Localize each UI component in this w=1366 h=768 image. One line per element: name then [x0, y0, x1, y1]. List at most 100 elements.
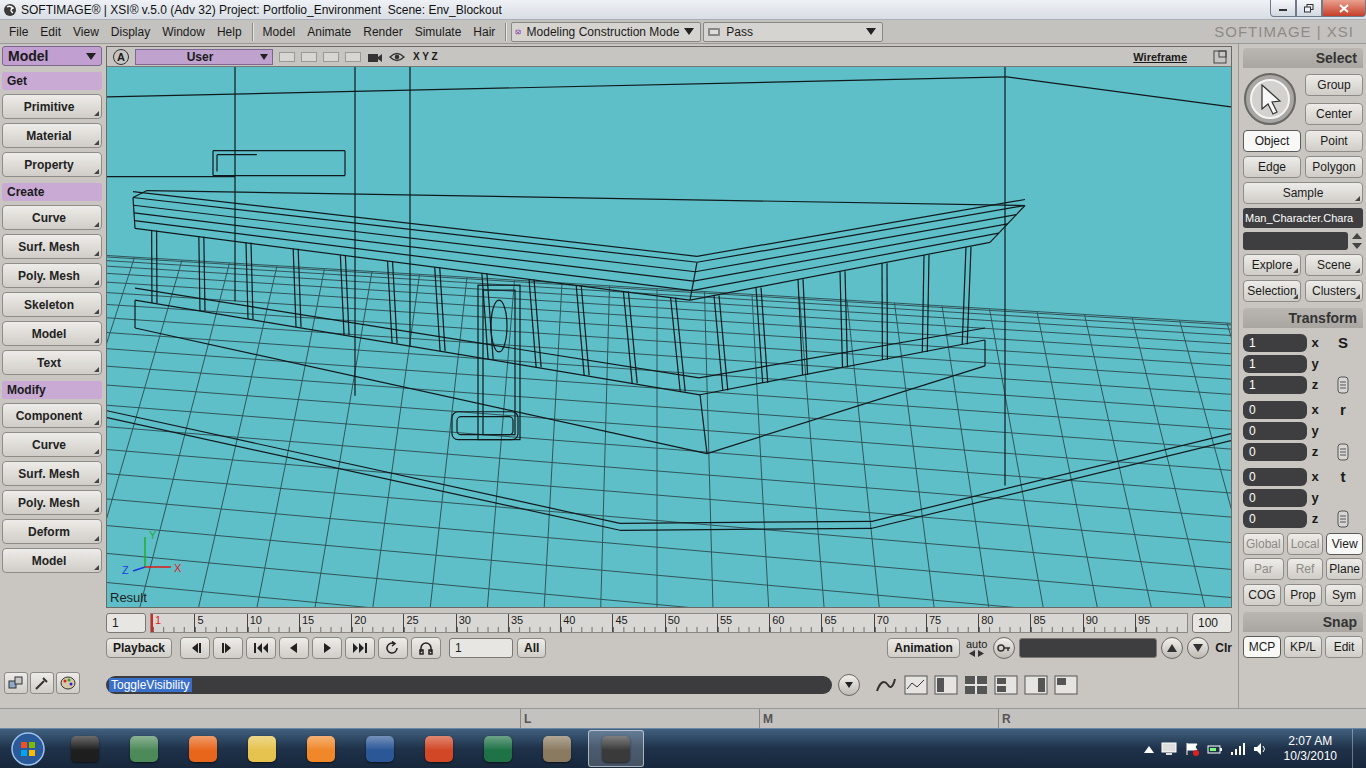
close-button[interactable]: [1322, 0, 1366, 17]
select-filter-button[interactable]: Edge: [1243, 156, 1301, 178]
nav-button[interactable]: Selection: [1243, 280, 1301, 302]
network-icon[interactable]: [1230, 742, 1246, 756]
start-button[interactable]: [2, 729, 54, 768]
module-menu-item[interactable]: Hair: [468, 23, 500, 41]
range-button[interactable]: All: [517, 638, 546, 658]
tool-button[interactable]: Surf. Mesh: [2, 234, 102, 259]
tools-switch-button[interactable]: [30, 672, 54, 694]
bookmark-slot[interactable]: [279, 52, 295, 62]
axis-label[interactable]: z: [1307, 511, 1323, 526]
module-dropdown[interactable]: Model: [2, 46, 102, 66]
transform-option-button[interactable]: Sym: [1325, 584, 1363, 606]
axis-label[interactable]: x: [1307, 335, 1323, 350]
taskbar-app[interactable]: [470, 730, 526, 767]
menu-item[interactable]: Help: [212, 23, 247, 41]
display-mode[interactable]: Wireframe: [1133, 51, 1207, 63]
keyable-field[interactable]: [1019, 638, 1157, 658]
taskbar-app[interactable]: [588, 730, 644, 767]
transport-button[interactable]: [411, 637, 441, 659]
scroll-icon[interactable]: [1337, 376, 1349, 394]
show-desktop-button[interactable]: [1352, 729, 1366, 768]
scroll-icon[interactable]: [1337, 443, 1349, 461]
reference-mode-button[interactable]: Local: [1287, 533, 1324, 555]
reference-mode-button[interactable]: Par: [1243, 558, 1284, 580]
menu-item[interactable]: Edit: [35, 23, 66, 41]
command-history-button[interactable]: [838, 674, 860, 696]
taskbar-app[interactable]: [116, 730, 172, 767]
taskbar-app[interactable]: [57, 730, 113, 767]
transport-button[interactable]: [246, 637, 276, 659]
tool-button[interactable]: Poly. Mesh: [2, 263, 102, 288]
axis-label[interactable]: y: [1307, 356, 1323, 371]
tool-button[interactable]: Property: [2, 152, 102, 177]
tool-button[interactable]: Deform: [2, 519, 102, 544]
eye-icon[interactable]: [389, 51, 405, 63]
maximize-button[interactable]: [1296, 0, 1322, 17]
selection-list-field[interactable]: [1243, 232, 1348, 250]
tool-button[interactable]: Poly. Mesh: [2, 490, 102, 515]
bookmark-slot[interactable]: [345, 52, 361, 62]
minimize-button[interactable]: [1270, 0, 1296, 17]
animation-button[interactable]: Animation: [887, 638, 960, 658]
transform-value-field[interactable]: 1: [1243, 355, 1307, 373]
reference-mode-button[interactable]: Global: [1243, 533, 1284, 555]
command-line[interactable]: ToggleVisibility: [106, 676, 832, 694]
clear-button[interactable]: Clr: [1213, 641, 1232, 655]
timeline-end-field[interactable]: 100: [1192, 613, 1232, 633]
transport-button[interactable]: [279, 637, 309, 659]
transport-button[interactable]: [312, 637, 342, 659]
select-filter-button[interactable]: Object: [1243, 130, 1301, 152]
quad-layout-icon[interactable]: [964, 675, 988, 695]
transform-mode-button[interactable]: t: [1341, 468, 1346, 485]
panel-tab-button[interactable]: KP/L: [1284, 636, 1322, 658]
transform-mode-button[interactable]: r: [1340, 401, 1346, 418]
axis-label[interactable]: x: [1307, 469, 1323, 484]
module-menu-item[interactable]: Animate: [302, 23, 356, 41]
playback-button[interactable]: Playback: [106, 638, 172, 658]
axis-label[interactable]: z: [1307, 377, 1323, 392]
select-arrow-icon[interactable]: [1243, 72, 1297, 126]
taskbar-app[interactable]: [352, 730, 408, 767]
timeline-ruler[interactable]: 15101520253035404550556065707580859095: [150, 613, 1188, 633]
taskbar-app[interactable]: [293, 730, 349, 767]
module-menu-item[interactable]: Simulate: [410, 23, 467, 41]
corner-layout-icon[interactable]: [1054, 675, 1078, 695]
nav-button[interactable]: Scene: [1305, 254, 1363, 276]
clock[interactable]: 2:07 AM10/3/2010: [1276, 734, 1345, 764]
previous-key-button[interactable]: [1161, 637, 1183, 659]
viewport-canvas[interactable]: YXZResult: [107, 67, 1231, 607]
transform-value-field[interactable]: 1: [1243, 376, 1307, 394]
module-menu-item[interactable]: Model: [258, 23, 301, 41]
graph-layout-icon[interactable]: [904, 675, 928, 695]
tool-button[interactable]: Text: [2, 350, 102, 375]
tool-button[interactable]: Model: [2, 321, 102, 346]
transform-value-field[interactable]: 1: [1243, 334, 1307, 352]
tool-button[interactable]: Curve: [2, 205, 102, 230]
timeline-start-field[interactable]: 1: [106, 613, 146, 633]
taskbar-app[interactable]: [175, 730, 231, 767]
panel-tab-button[interactable]: MCP: [1243, 636, 1281, 658]
reference-mode-button[interactable]: View: [1326, 533, 1363, 555]
three-view-layout-icon[interactable]: [994, 675, 1018, 695]
transform-value-field[interactable]: 0: [1243, 468, 1307, 486]
pass-dropdown[interactable]: Pass: [703, 22, 883, 42]
tool-button[interactable]: Surf. Mesh: [2, 461, 102, 486]
transport-button[interactable]: [378, 637, 408, 659]
bookmark-slot[interactable]: [323, 52, 339, 62]
tool-button[interactable]: Skeleton: [2, 292, 102, 317]
axis-label[interactable]: x: [1307, 402, 1323, 417]
menu-item[interactable]: View: [68, 23, 104, 41]
next-key-button[interactable]: [1187, 637, 1209, 659]
axis-toggle[interactable]: X Y Z: [411, 51, 440, 62]
transport-button[interactable]: [345, 637, 375, 659]
reference-mode-button[interactable]: Ref: [1287, 558, 1324, 580]
camera-dropdown[interactable]: User: [135, 49, 273, 65]
tool-button[interactable]: Primitive: [2, 94, 102, 119]
maximize-icon[interactable]: [1213, 50, 1227, 64]
transform-option-button[interactable]: Prop: [1284, 584, 1322, 606]
split-layout-icon[interactable]: [934, 675, 958, 695]
module-menu-item[interactable]: Render: [358, 23, 407, 41]
tool-button[interactable]: Component: [2, 403, 102, 428]
construction-mode-dropdown[interactable]: Modeling Construction Mode: [511, 22, 701, 42]
taskbar-app[interactable]: [529, 730, 585, 767]
